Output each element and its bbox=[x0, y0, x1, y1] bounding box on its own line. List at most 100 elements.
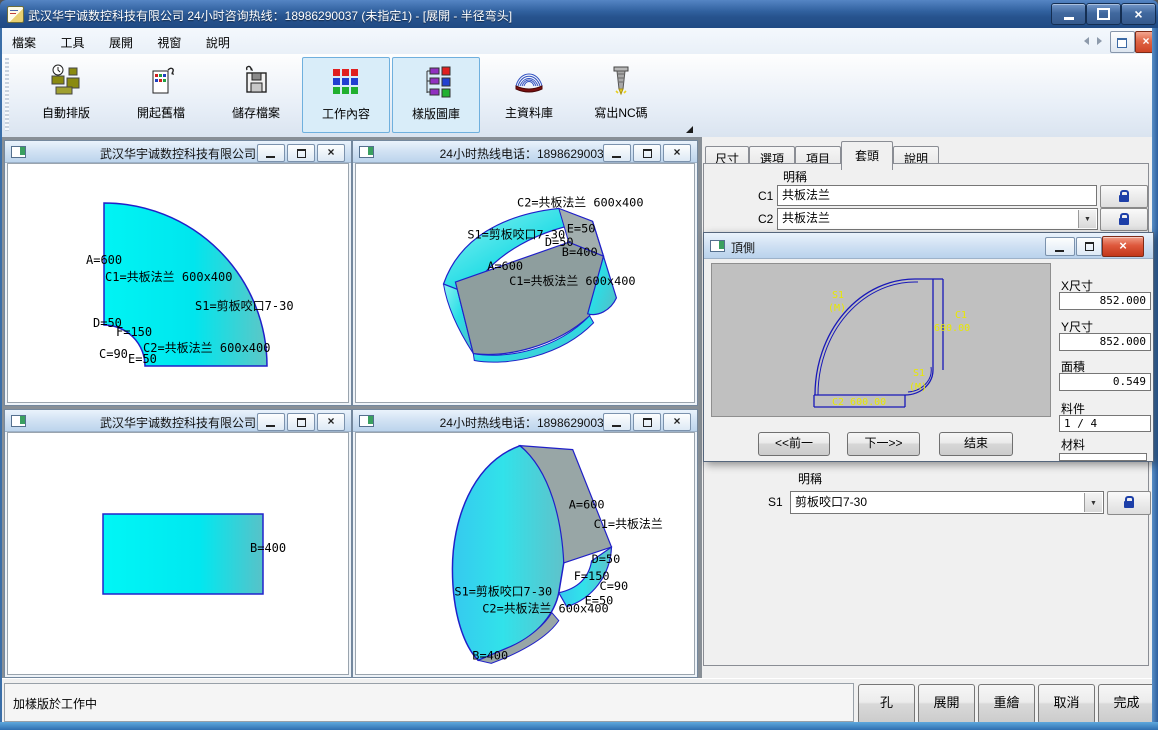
part-field[interactable]: 1 / 4 bbox=[1059, 415, 1151, 432]
child-canvas[interactable]: B=400 bbox=[7, 432, 349, 675]
child-minimize-button[interactable] bbox=[603, 144, 631, 162]
dim-label-f: F=150 bbox=[116, 325, 152, 339]
c2-value-dropdown[interactable]: 共板法兰 ▼ bbox=[777, 208, 1098, 230]
child-title-bar[interactable]: 24小时热线电话：18986290037 × bbox=[353, 410, 697, 432]
child-minimize-button[interactable] bbox=[603, 413, 631, 431]
application-window: 武汉华宇诚数控科技有限公司 24小时咨询热线：18986290037 (未指定1… bbox=[0, 0, 1158, 730]
c1-value-field[interactable]: 共板法兰 bbox=[777, 185, 1097, 206]
child-title-bar[interactable]: 武汉华宇诚数控科技有限公司 × bbox=[5, 141, 351, 163]
save-file-icon bbox=[239, 64, 273, 98]
next-button[interactable]: 下一>> bbox=[847, 432, 920, 456]
toolbar-template-library-button[interactable]: 樣版圖庫 bbox=[392, 57, 480, 133]
c1-lock-button[interactable] bbox=[1100, 185, 1148, 208]
child-close-button[interactable]: × bbox=[663, 413, 691, 431]
dim-label-c2: C2=共板法兰 600x400 bbox=[143, 341, 270, 355]
close-button[interactable]: × bbox=[1121, 3, 1156, 25]
hole-button[interactable]: 孔 bbox=[858, 684, 915, 724]
dialog-title-bar[interactable]: 頂側 × bbox=[704, 233, 1153, 259]
auto-nest-icon bbox=[49, 64, 83, 98]
lock-icon bbox=[1119, 218, 1129, 225]
child-window-3d-bottom: 24小时热线电话：18986290037 × A=600 C1=共板法兰 D=5… bbox=[352, 409, 698, 678]
child-close-button[interactable]: × bbox=[317, 413, 345, 431]
toolbar-master-database-button[interactable]: 主資料庫 bbox=[485, 57, 573, 133]
dim-label-a: A=600 bbox=[86, 253, 122, 267]
dialog-close-button[interactable]: × bbox=[1102, 236, 1144, 257]
child-close-button[interactable]: × bbox=[317, 144, 345, 162]
previous-button[interactable]: <<前一 bbox=[758, 432, 830, 456]
child-minimize-button[interactable] bbox=[257, 144, 285, 162]
preview-label-c1-value: 600.00 bbox=[934, 323, 970, 334]
tab-connectors[interactable]: 套頭 bbox=[841, 141, 893, 170]
child-window-3d-top: 24小时热线电话：18986290037 × C2=共板法兰 600x400 S bbox=[352, 140, 698, 406]
close-icon: × bbox=[318, 145, 344, 160]
cad-drawing-rectangle: B=400 bbox=[8, 433, 348, 674]
row-label-c1: C1 bbox=[758, 189, 773, 203]
toolbar-button-label: 主資料庫 bbox=[505, 106, 553, 120]
dim-label-b: B=400 bbox=[562, 245, 598, 259]
close-icon: × bbox=[1134, 7, 1142, 21]
toolbar-save-file-button[interactable]: 儲存檔案 bbox=[212, 57, 300, 133]
cancel-button[interactable]: 取消 bbox=[1038, 684, 1095, 724]
s1-lock-button[interactable] bbox=[1107, 491, 1151, 515]
child-restore-button[interactable] bbox=[287, 413, 315, 431]
close-icon: × bbox=[664, 145, 690, 160]
material-field[interactable] bbox=[1059, 453, 1147, 461]
child-restore-button[interactable] bbox=[633, 413, 661, 431]
preview-label-s1-m: (M) bbox=[828, 303, 846, 314]
toolbar-write-nc-button[interactable]: 寫出NC碼 bbox=[577, 57, 665, 133]
chevron-down-icon[interactable]: ▼ bbox=[1084, 493, 1102, 512]
child-title-bar[interactable]: 24小时热线电话：18986290037 × bbox=[353, 141, 697, 163]
child-title-bar[interactable]: 武汉华宇诚数控科技有限公司 × bbox=[5, 410, 351, 432]
toolbar-grip[interactable] bbox=[5, 58, 9, 131]
x-size-field[interactable]: 852.000 bbox=[1059, 292, 1151, 310]
dialog-title: 頂側 bbox=[731, 239, 755, 256]
menu-unfold[interactable]: 展開 bbox=[99, 28, 143, 54]
toolbar-button-label: 寫出NC碼 bbox=[594, 106, 647, 120]
child-restore-button[interactable] bbox=[633, 144, 661, 162]
minimize-button[interactable] bbox=[1051, 3, 1086, 25]
scroll-right-icon[interactable] bbox=[1097, 37, 1102, 45]
window-border-bottom bbox=[0, 722, 1158, 730]
s1-value-dropdown[interactable]: 剪板咬口7-30 ▼ bbox=[790, 491, 1104, 514]
c2-lock-button[interactable] bbox=[1100, 208, 1148, 231]
restore-icon bbox=[297, 418, 306, 427]
close-icon: × bbox=[318, 414, 344, 429]
finish-button[interactable]: 完成 bbox=[1098, 684, 1155, 724]
dialog-restore-button[interactable] bbox=[1076, 237, 1102, 256]
toolbar-work-content-button[interactable]: 工作內容 bbox=[302, 57, 390, 133]
preview-drawing: S1 (M) C1 600.00 S1 (M) C2 600.00 bbox=[712, 264, 1050, 416]
dialog-preview-canvas[interactable]: S1 (M) C1 600.00 S1 (M) C2 600.00 bbox=[711, 263, 1051, 417]
dialog-minimize-button[interactable] bbox=[1045, 237, 1075, 256]
toolbar-overflow-icon[interactable] bbox=[686, 126, 693, 133]
menu-file[interactable]: 檔案 bbox=[2, 28, 46, 54]
toolbar-auto-nest-button[interactable]: 自動排版 bbox=[22, 57, 110, 133]
redraw-button[interactable]: 重繪 bbox=[978, 684, 1035, 724]
area-field[interactable]: 0.549 bbox=[1059, 373, 1151, 391]
title-bar: 武汉华宇诚数控科技有限公司 24小时咨询热线：18986290037 (未指定1… bbox=[0, 0, 1158, 28]
unfold-button[interactable]: 展開 bbox=[918, 684, 975, 724]
child-canvas[interactable]: C2=共板法兰 600x400 S1=剪板咬口7-30 E=50 D=50 B=… bbox=[355, 163, 695, 403]
end-button[interactable]: 结束 bbox=[939, 432, 1013, 456]
child-canvas[interactable]: A=600 C1=共板法兰 600x400 S1=剪板咬口7-30 D=50 F… bbox=[7, 163, 349, 403]
restore-window-icon bbox=[1117, 38, 1127, 48]
child-close-button[interactable]: × bbox=[663, 144, 691, 162]
menu-help[interactable]: 說明 bbox=[196, 28, 240, 54]
preview-label-c1: C1 bbox=[955, 310, 967, 321]
restore-icon bbox=[1085, 242, 1094, 251]
child-restore-button[interactable] bbox=[287, 144, 315, 162]
menu-tools[interactable]: 工具 bbox=[50, 28, 94, 54]
child-minimize-button[interactable] bbox=[257, 413, 285, 431]
mdi-restore-button[interactable] bbox=[1110, 31, 1135, 53]
status-text: 加樣版於工作中 bbox=[13, 695, 97, 712]
child-canvas[interactable]: A=600 C1=共板法兰 D=50 F=150 C=90 S1=剪板咬口7-3… bbox=[355, 432, 695, 675]
y-size-field[interactable]: 852.000 bbox=[1059, 333, 1151, 351]
maximize-button[interactable] bbox=[1086, 3, 1121, 25]
minimize-icon bbox=[1064, 17, 1074, 20]
chevron-down-icon[interactable]: ▼ bbox=[1078, 210, 1096, 228]
toolbar-button-label: 儲存檔案 bbox=[232, 106, 280, 120]
dim-label-e: E=50 bbox=[567, 221, 596, 235]
menu-window[interactable]: 視窗 bbox=[147, 28, 191, 54]
toolbar-open-file-button[interactable]: 開起舊檔 bbox=[117, 57, 205, 133]
scroll-left-icon[interactable] bbox=[1084, 37, 1089, 45]
cad-drawing-3d-fan: A=600 C1=共板法兰 D=50 F=150 C=90 S1=剪板咬口7-3… bbox=[356, 433, 694, 674]
